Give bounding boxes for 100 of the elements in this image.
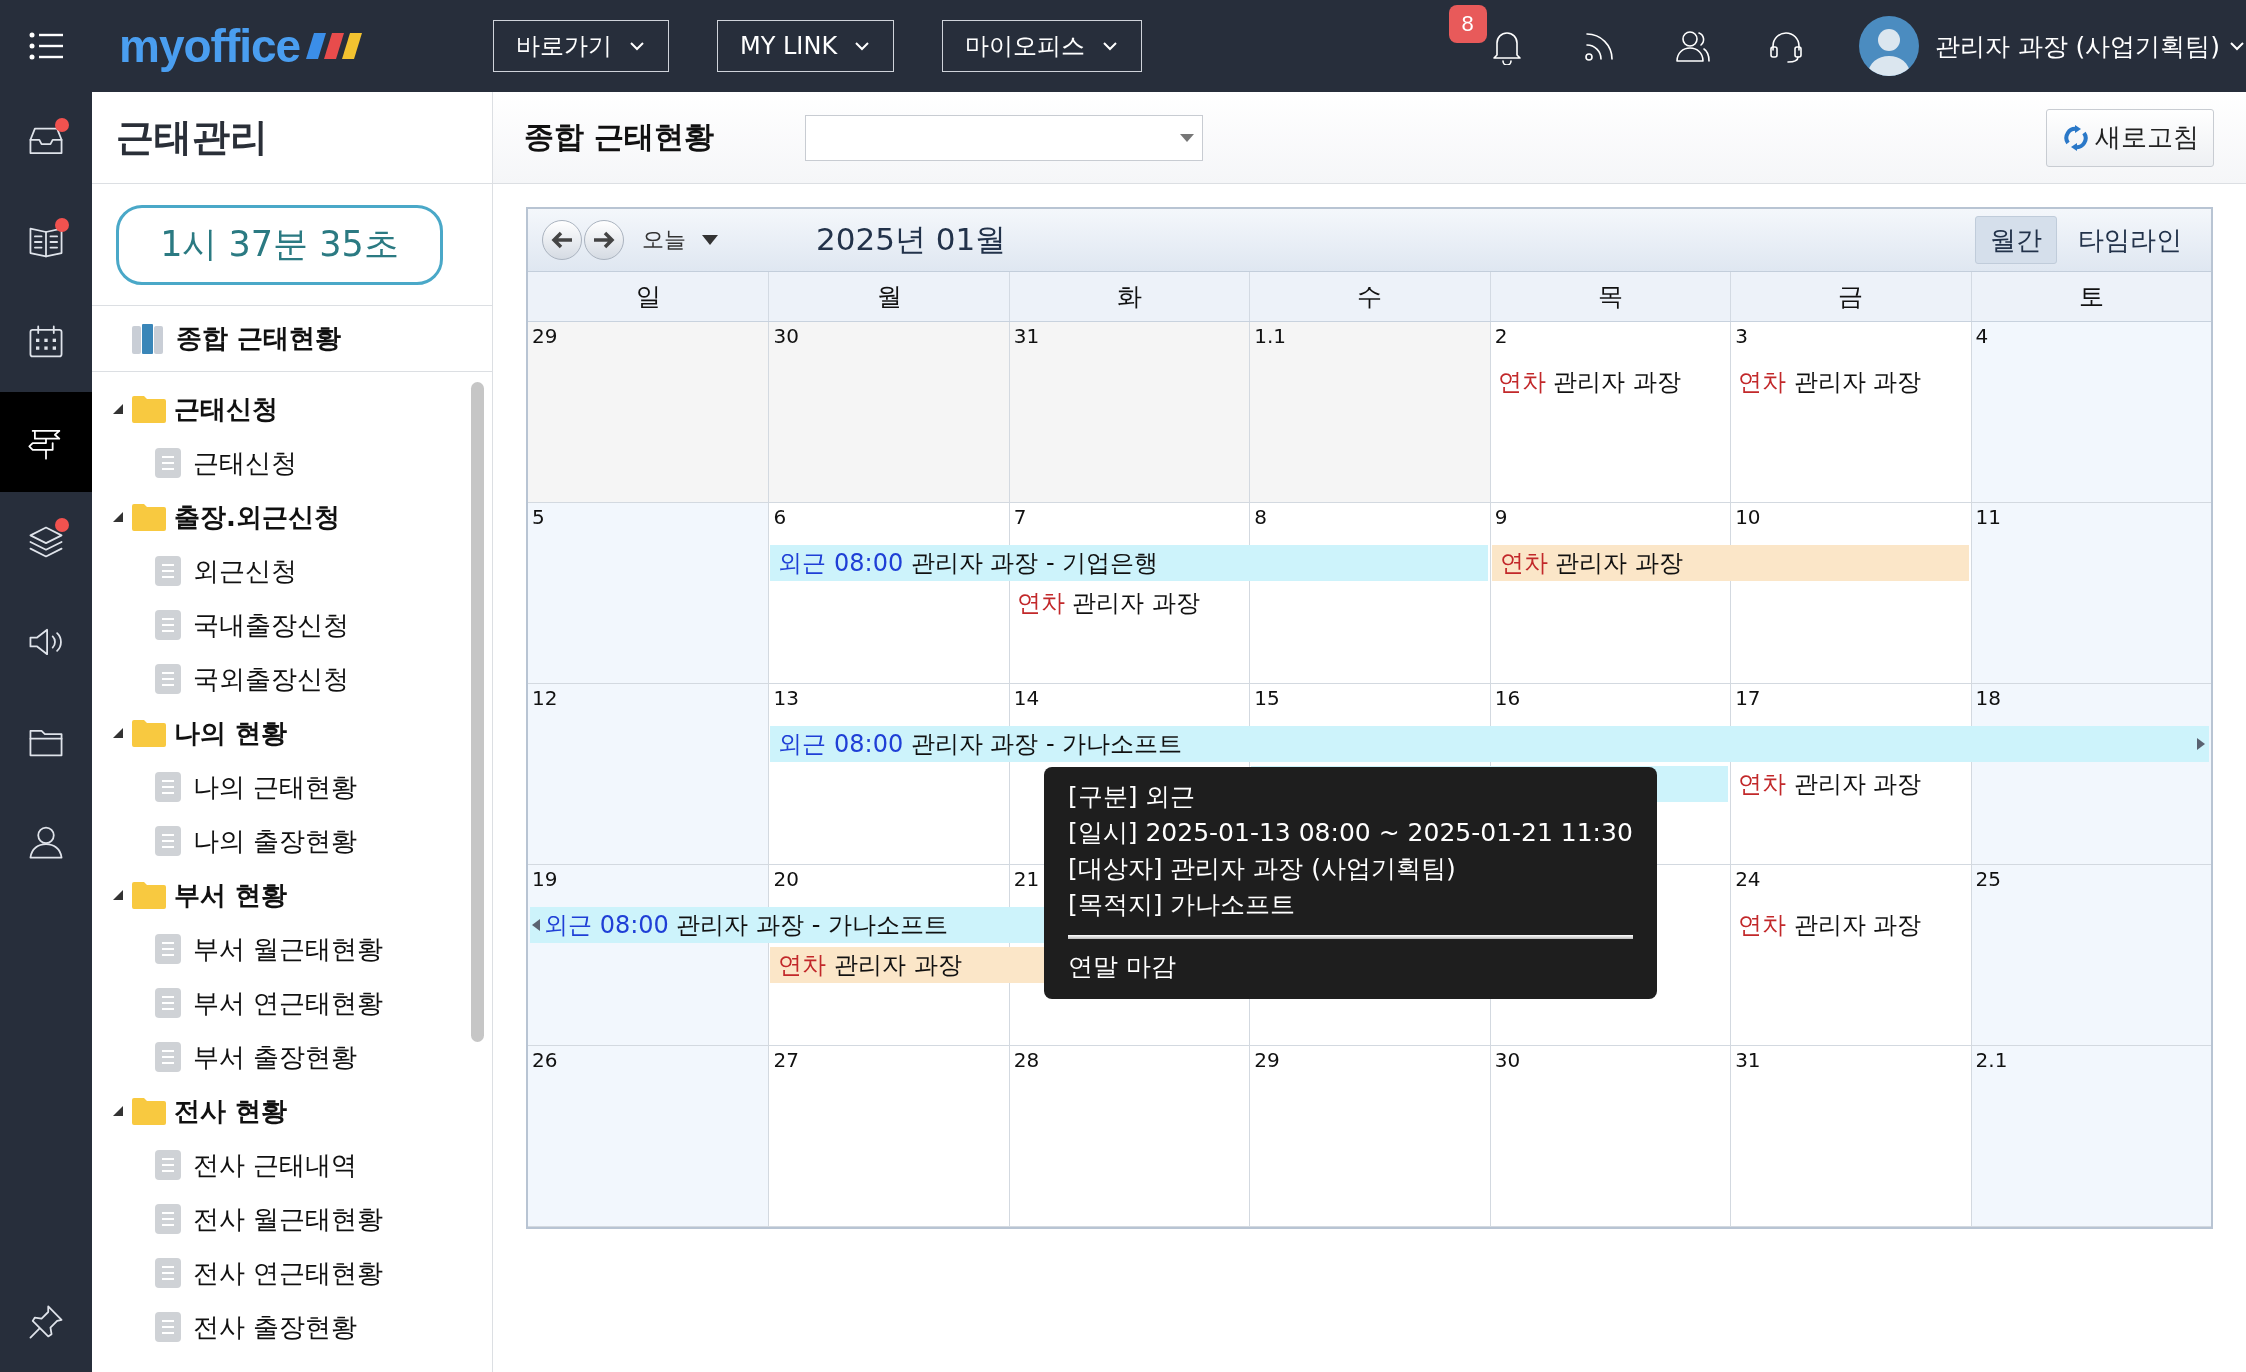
expand-triangle-icon[interactable] <box>112 511 124 523</box>
menu-dropdown[interactable]: 마이오피스 <box>942 20 1143 72</box>
tree-item-label[interactable]: 전사 출장현황 <box>193 1309 358 1345</box>
expand-triangle-icon[interactable] <box>112 889 124 901</box>
weekday-header: 토 <box>1970 272 2211 321</box>
document-icon <box>155 664 181 694</box>
stripes-icon <box>306 33 363 59</box>
tree-item-label[interactable]: 부서 월근태현황 <box>193 931 384 967</box>
event-text[interactable]: 연차 관리자 과장 <box>1497 366 1681 398</box>
date-number: 24 <box>1735 867 1761 891</box>
tooltip-footer: 연말 마감 <box>1068 949 1176 985</box>
date-number: 28 <box>1013 1048 1040 1072</box>
date-number: 31 <box>1013 324 1040 348</box>
date-number: 21 <box>1013 867 1040 891</box>
weekday-header: 금 <box>1730 272 1971 321</box>
date-number: 10 <box>1735 505 1761 529</box>
date-number: 7 <box>1013 505 1027 529</box>
tree-folder-label[interactable]: 나의 현황 <box>174 715 288 751</box>
date-number: 4 <box>1975 324 1989 348</box>
date-number: 14 <box>1013 686 1040 710</box>
date-number: 2 <box>1494 324 1508 348</box>
date-number: 15 <box>1254 686 1280 710</box>
event-text[interactable]: 연차 관리자 과장 <box>1738 366 1922 398</box>
dropdown-caret-icon <box>1180 133 1194 142</box>
folder-icon <box>132 1097 166 1125</box>
expand-triangle-icon[interactable] <box>112 403 124 415</box>
menu-dropdown[interactable]: 바로가기 <box>493 20 669 72</box>
today-link[interactable]: 오늘 <box>642 225 686 255</box>
tooltip-line: [일시] 2025-01-13 08:00 ~ 2025-01-21 11:30 <box>1068 817 1633 849</box>
event-bar[interactable]: 외근 08:00 관리자 과장 - 가나소프트 <box>770 726 2209 762</box>
timer-display: 1시 37분 35초 <box>116 204 443 285</box>
next-button[interactable] <box>584 220 624 260</box>
tree-item-label[interactable]: 국외출장신청 <box>193 661 349 697</box>
event-text[interactable]: 연차 관리자 과장 <box>1738 909 1922 941</box>
refresh-button[interactable]: 새로고침 <box>2046 108 2214 167</box>
refresh-icon <box>2061 122 2091 153</box>
event-text[interactable]: 연차 관리자 과장 <box>1738 768 1922 800</box>
tree-item-label[interactable]: 국내출장신청 <box>193 607 349 643</box>
summary-link[interactable]: 종합 근태현황 <box>176 321 342 356</box>
date-number: 2.1 <box>1975 1048 2008 1072</box>
event-text[interactable]: 연차 관리자 과장 <box>1016 587 1201 619</box>
menu-dropdown[interactable]: MY LINK <box>717 20 895 72</box>
people-icon[interactable] <box>1674 29 1713 63</box>
arrow-right-icon <box>592 230 616 250</box>
folder-icon <box>132 881 166 909</box>
date-number: 27 <box>773 1048 799 1072</box>
dropdown-caret-icon[interactable] <box>702 235 718 245</box>
weekday-header: 목 <box>1489 272 1731 321</box>
chevron-down-icon <box>853 40 872 52</box>
date-number: 17 <box>1735 686 1761 710</box>
date-number: 19 <box>532 867 558 891</box>
weekday-header: 일 <box>634 281 662 313</box>
date-number: 30 <box>1494 1048 1521 1072</box>
chevron-down-icon[interactable] <box>2228 40 2246 52</box>
menu-icon[interactable] <box>29 32 63 60</box>
date-number: 12 <box>532 686 558 710</box>
notification-badge: 8 <box>1448 5 1487 43</box>
tree-item-label[interactable]: 전사 연근태현황 <box>193 1255 384 1291</box>
view-tab[interactable]: 월간 <box>1975 216 2057 264</box>
expand-triangle-icon[interactable] <box>112 1105 124 1117</box>
document-icon <box>155 826 181 856</box>
date-number: 29 <box>1254 1048 1280 1072</box>
scrollbar-thumb[interactable] <box>470 382 484 1042</box>
event-bar[interactable]: 연차 관리자 과장 <box>1491 545 1969 581</box>
expand-triangle-icon[interactable] <box>112 727 124 739</box>
document-icon <box>155 610 181 640</box>
previous-button[interactable] <box>542 220 582 260</box>
tree-item-label[interactable]: 부서 연근태현황 <box>193 985 384 1021</box>
tree-item-label[interactable]: 전사 월근태현황 <box>193 1201 384 1237</box>
folder-icon <box>132 503 166 531</box>
date-number: 30 <box>773 324 799 348</box>
event-text: 외근 08:00 관리자 과장 - 가나소프트 <box>778 729 1183 760</box>
user-name[interactable]: 관리자 과장 (사업기획팀) <box>1934 29 2220 63</box>
folder-icon <box>132 719 166 747</box>
tree-item-label[interactable]: 부서 출장현황 <box>193 1039 358 1075</box>
tree-item-label[interactable]: 근태신청 <box>193 445 297 481</box>
tree-item-label[interactable]: 나의 출장현황 <box>193 823 358 859</box>
document-icon <box>155 1258 181 1288</box>
page-title: 종합 근태현황 <box>524 118 716 156</box>
tree-item-label[interactable]: 전사 근태내역 <box>193 1147 358 1183</box>
date-number: 1.1 <box>1254 324 1287 348</box>
tooltip-line: [대상자] 관리자 과장 (사업기획팀) <box>1068 853 1456 885</box>
date-number: 29 <box>532 324 558 348</box>
tree-folder-label[interactable]: 출장.외근신청 <box>174 499 340 535</box>
logo-text[interactable]: myoffice <box>119 19 301 73</box>
weekday-header: 화 <box>1008 272 1250 321</box>
tree-folder-label[interactable]: 근태신청 <box>174 391 278 427</box>
view-tab[interactable]: 타임라인 <box>2063 216 2197 264</box>
tree-folder-label[interactable]: 전사 현황 <box>174 1093 288 1129</box>
document-icon <box>155 448 181 478</box>
document-icon <box>155 772 181 802</box>
date-number: 18 <box>1975 686 2001 710</box>
tree-item-label[interactable]: 외근신청 <box>193 553 297 589</box>
date-number: 11 <box>1975 505 2001 529</box>
chevron-down-icon <box>628 40 646 52</box>
date-number: 31 <box>1735 1048 1761 1072</box>
tree-folder-label[interactable]: 부서 현황 <box>174 877 288 913</box>
event-bar[interactable]: 외근 08:00 관리자 과장 - 기업은행 <box>770 545 1488 581</box>
date-number: 25 <box>1975 867 2001 891</box>
tree-item-label[interactable]: 나의 근태현황 <box>193 769 358 805</box>
